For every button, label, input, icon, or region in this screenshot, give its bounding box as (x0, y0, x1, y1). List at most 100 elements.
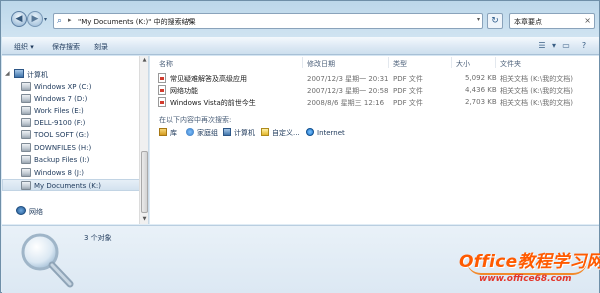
search-again-label-text: 自定义... (272, 129, 300, 137)
drive-icon (21, 82, 31, 91)
nav-item-label: Work Files (E:) (34, 107, 84, 115)
nav-item-drive[interactable]: TOOL SOFT (G:) (2, 129, 140, 141)
file-size: 2,703 KB (465, 98, 497, 106)
scroll-thumb[interactable] (141, 151, 148, 213)
help-icon[interactable]: ? (578, 40, 590, 51)
file-date: 2008/8/6 星期三 12:16 (307, 99, 385, 107)
save-search-button[interactable]: 保存搜索 (52, 42, 80, 52)
nav-item-label: 计算机 (27, 71, 48, 79)
nav-item-label: DELL-9100 (F:) (34, 119, 86, 127)
file-folder: 相关文档 (K:\我的文档) (500, 99, 573, 107)
file-folder: 相关文档 (K:\我的文档) (500, 75, 573, 83)
nav-item-drive[interactable]: Work Files (E:) (2, 105, 140, 117)
file-name: Windows Vista的前世今生 (170, 99, 256, 107)
navigation-pane: ◢ 计算机 Windows XP (C:) Windows 7 (D:) Wor… (2, 56, 149, 224)
nav-item-drive[interactable]: DOWNFILES (H:) (2, 142, 140, 154)
nav-item-label: 网络 (29, 208, 43, 216)
drive-icon (21, 168, 31, 177)
nav-item-drive[interactable]: Windows 7 (D:) (2, 93, 140, 105)
collapse-chevron-icon[interactable]: ◢ (5, 70, 10, 77)
breadcrumb-separator-icon[interactable]: ▸ (68, 16, 72, 24)
nav-item-label: Backup Files (I:) (34, 156, 90, 164)
homegroup-icon (186, 128, 194, 136)
nav-item-label: TOOL SOFT (G:) (34, 131, 90, 139)
file-type: PDF 文件 (393, 87, 423, 95)
library-icon (159, 128, 167, 136)
search-again-custom[interactable]: 自定义... (261, 128, 300, 138)
drive-icon (21, 143, 31, 152)
column-header-type[interactable]: 类型 (393, 59, 407, 69)
file-row[interactable]: 常见疑难解答及高级应用 2007/12/3 星期一 20:31 PDF 文件 5… (150, 73, 599, 84)
back-button[interactable]: ◀ (11, 11, 27, 27)
column-divider[interactable] (451, 57, 452, 68)
clear-search-icon[interactable]: × (584, 16, 591, 25)
nav-item-label: My Documents (K:) (34, 182, 101, 190)
column-header-date[interactable]: 修改日期 (307, 59, 335, 69)
file-row[interactable]: 网络功能 2007/12/3 星期一 20:58 PDF 文件 4,436 KB… (150, 85, 599, 96)
file-row[interactable]: Windows Vista的前世今生 2008/8/6 星期三 12:16 PD… (150, 97, 599, 108)
nav-item-drive[interactable]: Windows 8 (J:) (2, 167, 140, 179)
nav-item-label: DOWNFILES (H:) (34, 144, 92, 152)
file-size: 5,092 KB (465, 74, 497, 82)
column-divider[interactable] (495, 57, 496, 68)
nav-item-network[interactable]: 网络 (2, 205, 140, 217)
breadcrumb-current[interactable]: "My Documents (K:)" 中的搜索结果 (78, 17, 196, 27)
pdf-file-icon (158, 73, 166, 83)
column-divider[interactable] (388, 57, 389, 68)
scroll-up-icon[interactable]: ▲ (140, 56, 149, 65)
organize-menu-button[interactable]: 组织 ▾ (14, 42, 34, 52)
drive-icon (21, 155, 31, 164)
refresh-button[interactable]: ↻ (487, 13, 503, 29)
search-again-label-text: 计算机 (234, 129, 255, 137)
search-folder-icon: ⌕ (57, 16, 63, 26)
drive-icon (21, 181, 31, 190)
view-dropdown-icon[interactable]: ▾ (548, 40, 560, 51)
nav-item-drive[interactable]: Windows XP (C:) (2, 81, 140, 93)
nav-item-drive-selected[interactable]: My Documents (K:) (2, 179, 140, 191)
column-divider[interactable] (302, 57, 303, 68)
file-date: 2007/12/3 星期一 20:31 (307, 75, 389, 83)
nav-scrollbar[interactable]: ▲ ▼ (139, 56, 148, 224)
address-row: ◀ ▶ ▾ ⌕ ▸ "My Documents (K:)" 中的搜索结果 ▸ ▾… (1, 1, 600, 35)
file-name: 常见疑难解答及高级应用 (170, 75, 247, 83)
pdf-file-icon (158, 85, 166, 95)
address-dropdown-icon[interactable]: ▾ (477, 16, 480, 23)
search-again-homegroup[interactable]: 家庭组 (186, 128, 218, 138)
column-header-size[interactable]: 大小 (456, 59, 470, 69)
search-again-label-text: Internet (317, 129, 345, 137)
file-date: 2007/12/3 星期一 20:58 (307, 87, 389, 95)
breadcrumb-separator-icon[interactable]: ▸ (188, 16, 192, 24)
drive-icon (21, 130, 31, 139)
file-type: PDF 文件 (393, 99, 423, 107)
command-bar: 组织 ▾ 保存搜索 刻录 ☰ ▾ ▭ ? (2, 37, 599, 55)
nav-item-drive[interactable]: DELL-9100 (F:) (2, 117, 140, 129)
scroll-down-icon[interactable]: ▼ (140, 215, 149, 224)
recent-pages-chevron-icon[interactable]: ▾ (44, 16, 47, 23)
search-again-label-text: 家庭组 (197, 129, 218, 137)
item-count: 3 个对象 (84, 234, 112, 242)
preview-pane-icon[interactable]: ▭ (560, 40, 572, 51)
drive-icon (21, 118, 31, 127)
nav-item-drive[interactable]: Backup Files (I:) (2, 154, 140, 166)
forward-button[interactable]: ▶ (27, 11, 43, 27)
watermark-url: www.office68.com (479, 274, 572, 284)
nav-item-label: Windows 8 (J:) (34, 169, 85, 177)
folder-icon (261, 128, 269, 136)
file-folder: 相关文档 (K:\我的文档) (500, 87, 573, 95)
address-bar[interactable]: ⌕ ▸ "My Documents (K:)" 中的搜索结果 ▸ ▾ (53, 13, 483, 29)
search-again-internet[interactable]: Internet (306, 128, 345, 137)
burn-button[interactable]: 刻录 (94, 42, 108, 52)
watermark-swoosh (467, 261, 587, 275)
search-again-libraries[interactable]: 库 (159, 128, 177, 138)
search-again-computer[interactable]: 计算机 (223, 128, 255, 138)
search-query[interactable]: 本章要点 (514, 17, 542, 27)
network-icon (16, 206, 26, 215)
view-options-icon[interactable]: ☰ (536, 40, 548, 51)
nav-item-label: Windows 7 (D:) (34, 95, 88, 103)
file-name: 网络功能 (170, 87, 198, 95)
nav-item-computer[interactable]: ◢ 计算机 (2, 68, 140, 80)
search-again-label-text: 库 (170, 129, 177, 137)
column-header-name[interactable]: 名称 (159, 59, 173, 69)
column-header-folder[interactable]: 文件夹 (500, 59, 521, 69)
search-input[interactable]: 本章要点 × (509, 13, 595, 29)
